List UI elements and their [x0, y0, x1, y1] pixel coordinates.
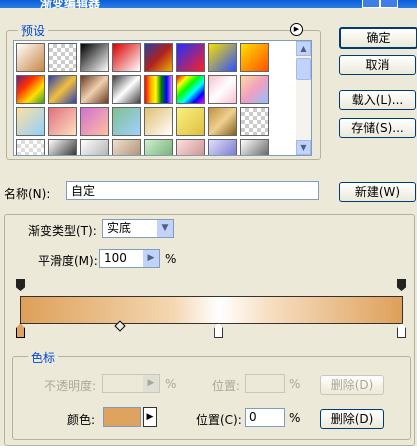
preset-swatch[interactable] — [80, 75, 109, 104]
preset-swatch[interactable] — [16, 139, 45, 155]
preset-swatch[interactable] — [80, 139, 109, 155]
gradient-preview-bar[interactable] — [20, 296, 403, 324]
gradient-type-select[interactable]: 实底 ▼ — [102, 219, 174, 238]
preset-swatch[interactable] — [112, 107, 141, 136]
help-button[interactable] — [362, 0, 380, 8]
chevron-down-icon[interactable]: ▼ — [157, 220, 173, 237]
opacity-location-input[interactable] — [245, 374, 285, 393]
preset-swatch[interactable] — [16, 107, 45, 136]
preset-swatch[interactable] — [208, 75, 237, 104]
preset-swatch[interactable] — [208, 107, 237, 136]
delete-opacity-stop-button[interactable]: 删除(D) — [320, 375, 384, 395]
preset-swatch[interactable] — [208, 43, 237, 72]
preset-swatch[interactable] — [144, 139, 173, 155]
preset-swatch[interactable] — [176, 107, 205, 136]
preset-swatch[interactable] — [48, 75, 77, 104]
preset-swatch[interactable] — [112, 43, 141, 72]
chevron-right-icon[interactable]: ▶ — [143, 375, 159, 392]
preset-swatch[interactable] — [48, 139, 77, 155]
smoothness-label: 平滑度(M): — [38, 254, 98, 268]
opacity-location-label: 位置: — [212, 379, 241, 393]
preset-swatch[interactable] — [176, 43, 205, 72]
new-button[interactable]: 新建(W) — [339, 182, 416, 202]
preset-swatch[interactable] — [240, 75, 269, 104]
gradient-type-value: 实底 — [107, 221, 132, 235]
opacity-location-unit: % — [289, 377, 301, 391]
opacity-unit: % — [165, 377, 177, 391]
color-location-label: 位置(C): — [196, 413, 242, 427]
opacity-label: 不透明度: — [44, 379, 97, 393]
ok-button[interactable]: 确定 — [339, 27, 417, 49]
save-button[interactable]: 存储(S)... — [339, 118, 416, 138]
preset-swatch[interactable] — [208, 139, 237, 155]
scroll-down-icon[interactable]: ▼ — [296, 140, 311, 155]
color-menu-arrow-icon[interactable]: ▶ — [143, 407, 157, 427]
preset-swatch[interactable] — [240, 107, 269, 136]
delete-color-stop-button[interactable]: 删除(D) — [320, 409, 384, 429]
preset-swatch[interactable] — [80, 43, 109, 72]
preset-swatch[interactable] — [80, 107, 109, 136]
preset-swatch[interactable] — [144, 107, 173, 136]
presets-menu-arrow-icon[interactable]: ▶ — [290, 23, 303, 36]
chevron-right-icon[interactable]: ▶ — [143, 250, 159, 267]
stop-color-swatch[interactable] — [103, 407, 141, 427]
preset-swatch[interactable] — [144, 43, 173, 72]
preset-swatch[interactable] — [112, 139, 141, 155]
window-title: 渐变编辑器 — [40, 0, 101, 10]
cancel-button[interactable]: 取消 — [339, 55, 416, 75]
scroll-up-icon[interactable]: ▲ — [296, 41, 311, 56]
preset-swatch[interactable] — [48, 43, 77, 72]
preset-swatch[interactable] — [176, 75, 205, 104]
preset-swatch[interactable] — [144, 75, 173, 104]
scroll-thumb[interactable] — [296, 58, 311, 80]
presets-legend: 预设 — [18, 22, 49, 39]
preset-swatch[interactable] — [240, 139, 269, 155]
preset-swatch[interactable] — [240, 43, 269, 72]
gradient-type-label: 渐变类型(T): — [28, 224, 97, 238]
load-button[interactable]: 载入(L)... — [339, 90, 416, 110]
color-location-unit: % — [289, 411, 301, 425]
smoothness-unit: % — [165, 252, 177, 266]
opacity-input[interactable]: ▶ — [102, 374, 160, 393]
name-input[interactable] — [66, 181, 319, 200]
preset-swatch[interactable] — [16, 75, 45, 104]
color-label: 颜色: — [67, 413, 96, 427]
preset-swatch[interactable] — [176, 139, 205, 155]
presets-swatch-grid[interactable] — [13, 40, 298, 156]
name-label: 名称(N): — [4, 187, 51, 201]
color-stops-legend: 色标 — [28, 349, 59, 366]
color-location-input[interactable]: 0 — [245, 408, 285, 427]
preset-swatch[interactable] — [48, 107, 77, 136]
smoothness-value: 100 — [104, 251, 127, 265]
close-button[interactable] — [380, 0, 398, 8]
preset-swatch[interactable] — [16, 43, 45, 72]
presets-scrollbar[interactable]: ▲ ▼ — [296, 40, 312, 156]
smoothness-input[interactable]: 100 ▶ — [99, 249, 160, 268]
preset-swatch[interactable] — [112, 75, 141, 104]
